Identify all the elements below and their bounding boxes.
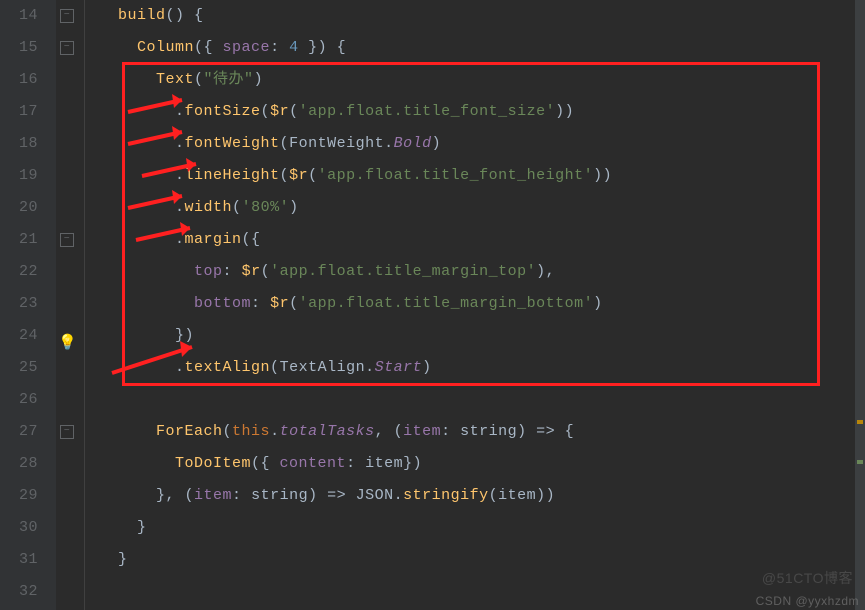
line-number: 26	[0, 384, 38, 416]
code-line[interactable]: .width('80%')	[80, 192, 865, 224]
code-line[interactable]: ToDoItem({ content: item})	[80, 448, 865, 480]
line-number: 27	[0, 416, 38, 448]
fold-toggle[interactable]: −	[60, 233, 74, 247]
code-area[interactable]: build() { Column({ space: 4 }) { Text("待…	[80, 0, 865, 610]
code-editor[interactable]: 14 15 16 17 18 19 20 21 22 23 24 25 26 2…	[0, 0, 865, 610]
lightbulb-icon[interactable]: 💡	[58, 328, 77, 360]
code-line[interactable]: .fontWeight(FontWeight.Bold)	[80, 128, 865, 160]
line-number: 31	[0, 544, 38, 576]
line-number: 30	[0, 512, 38, 544]
line-number: 16	[0, 64, 38, 96]
line-number: 17	[0, 96, 38, 128]
code-line[interactable]: Column({ space: 4 }) {	[80, 32, 865, 64]
code-line[interactable]: bottom: $r('app.float.title_margin_botto…	[80, 288, 865, 320]
code-line[interactable]: .fontSize($r('app.float.title_font_size'…	[80, 96, 865, 128]
code-line[interactable]: build() {	[80, 0, 865, 32]
fold-toggle[interactable]: −	[60, 41, 74, 55]
code-line[interactable]: .margin({	[80, 224, 865, 256]
line-number: 19	[0, 160, 38, 192]
code-line[interactable]: }	[80, 544, 865, 576]
fold-column: − − − −	[56, 0, 80, 610]
line-number: 20	[0, 192, 38, 224]
code-line[interactable]	[80, 384, 865, 416]
line-number: 32	[0, 576, 38, 608]
line-number-gutter: 14 15 16 17 18 19 20 21 22 23 24 25 26 2…	[0, 0, 56, 610]
line-number: 18	[0, 128, 38, 160]
code-line[interactable]: .lineHeight($r('app.float.title_font_hei…	[80, 160, 865, 192]
code-line[interactable]: top: $r('app.float.title_margin_top'),	[80, 256, 865, 288]
line-number: 28	[0, 448, 38, 480]
line-number: 15	[0, 32, 38, 64]
vertical-scrollbar[interactable]	[855, 0, 865, 610]
watermark-text: @51CTO博客	[762, 568, 853, 588]
fold-toggle[interactable]: −	[60, 9, 74, 23]
line-number: 22	[0, 256, 38, 288]
fold-toggle[interactable]: −	[60, 425, 74, 439]
line-number: 23	[0, 288, 38, 320]
code-line[interactable]: }, (item: string) => JSON.stringify(item…	[80, 480, 865, 512]
code-line[interactable]: Text("待办")	[80, 64, 865, 96]
line-number: 14	[0, 0, 38, 32]
code-line[interactable]: ForEach(this.totalTasks, (item: string) …	[80, 416, 865, 448]
line-number: 25	[0, 352, 38, 384]
watermark-text: CSDN @yyxhzdm	[756, 594, 859, 608]
code-line[interactable]: .textAlign(TextAlign.Start)	[80, 352, 865, 384]
code-line[interactable]: 💡 })	[80, 320, 865, 352]
code-line[interactable]	[80, 576, 865, 608]
line-number: 29	[0, 480, 38, 512]
line-number: 24	[0, 320, 38, 352]
code-line[interactable]: }	[80, 512, 865, 544]
line-number: 21	[0, 224, 38, 256]
